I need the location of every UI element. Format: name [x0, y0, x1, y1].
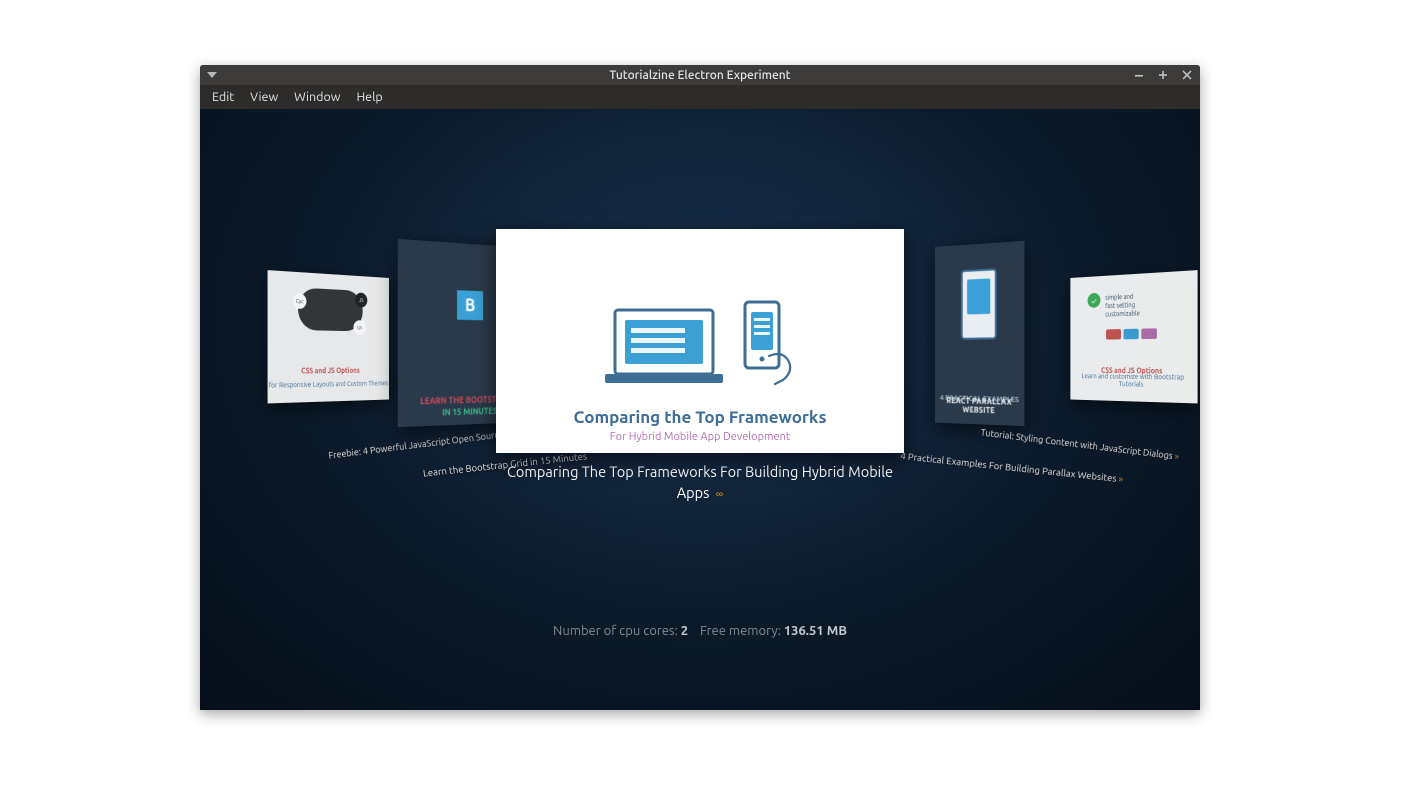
- center-illus-title: Comparing the Top Frameworks: [574, 408, 827, 427]
- far-right-sub: Learn and customize with Bootstrap Tutor…: [1070, 373, 1197, 390]
- link-icon[interactable]: ∞: [716, 487, 724, 501]
- maximize-icon[interactable]: [1156, 68, 1170, 82]
- minimize-icon[interactable]: [1132, 68, 1146, 82]
- far-left-heading: CSS and JS Options: [268, 366, 389, 376]
- carousel: Cyc JS UI CSS and JS Options for Respons…: [200, 229, 1200, 489]
- devices-illustration: [603, 300, 797, 386]
- cores-value: 2: [681, 624, 688, 638]
- window-title: Tutorialzine Electron Experiment: [200, 69, 1200, 82]
- content-area: Cyc JS UI CSS and JS Options for Respons…: [200, 109, 1200, 710]
- carousel-card-center[interactable]: Comparing the Top Frameworks For Hybrid …: [496, 229, 904, 453]
- center-illus-sub: For Hybrid Mobile App Development: [610, 431, 790, 443]
- menu-help[interactable]: Help: [348, 87, 390, 107]
- carousel-caption-far-right: Tutorial: Styling Content with JavaScrip…: [980, 427, 1170, 460]
- system-stats: Number of cpu cores: 2 Free memory: 136.…: [200, 624, 1200, 638]
- close-icon[interactable]: [1180, 68, 1194, 82]
- carousel-card-far-right[interactable]: ✓ simple andfast settingcustomizable CSS…: [1070, 270, 1197, 403]
- far-left-sub: for Responsive Layouts and Custom Themes: [268, 380, 389, 390]
- mem-label: Free memory:: [700, 624, 781, 638]
- carousel-caption-near-right: 4 Practical Examples For Building Parall…: [900, 450, 1070, 479]
- menu-edit[interactable]: Edit: [204, 87, 242, 107]
- window-menu-icon[interactable]: [206, 69, 218, 81]
- menu-view[interactable]: View: [242, 87, 286, 107]
- arrow-icon: »: [1174, 451, 1179, 461]
- carousel-caption-far-left: Freebie: 4 Powerful JavaScript Open Sour…: [328, 431, 488, 460]
- app-window: Tutorialzine Electron Experiment Edit Vi…: [200, 65, 1200, 710]
- near-right-sub: REACT PARALLAX WEBSITE: [935, 396, 1024, 416]
- cores-label: Number of cpu cores:: [553, 624, 678, 638]
- arrow-icon: »: [1118, 473, 1124, 484]
- phone-icon: [739, 300, 797, 386]
- menubar: Edit View Window Help: [200, 85, 1200, 109]
- mem-value: 136.51 MB: [784, 624, 847, 638]
- laptop-icon: [603, 308, 725, 386]
- phone-mini-icon: [961, 268, 997, 339]
- check-icon: ✓: [1088, 293, 1101, 308]
- carousel-card-far-left[interactable]: Cyc JS UI CSS and JS Options for Respons…: [268, 270, 389, 403]
- titlebar: Tutorialzine Electron Experiment: [200, 65, 1200, 85]
- menu-window[interactable]: Window: [286, 87, 348, 107]
- carousel-card-near-right[interactable]: 4 PRACTICAL EXAMPLES REACT PARALLAX WEBS…: [935, 241, 1024, 426]
- bootstrap-b-icon: B: [457, 290, 483, 320]
